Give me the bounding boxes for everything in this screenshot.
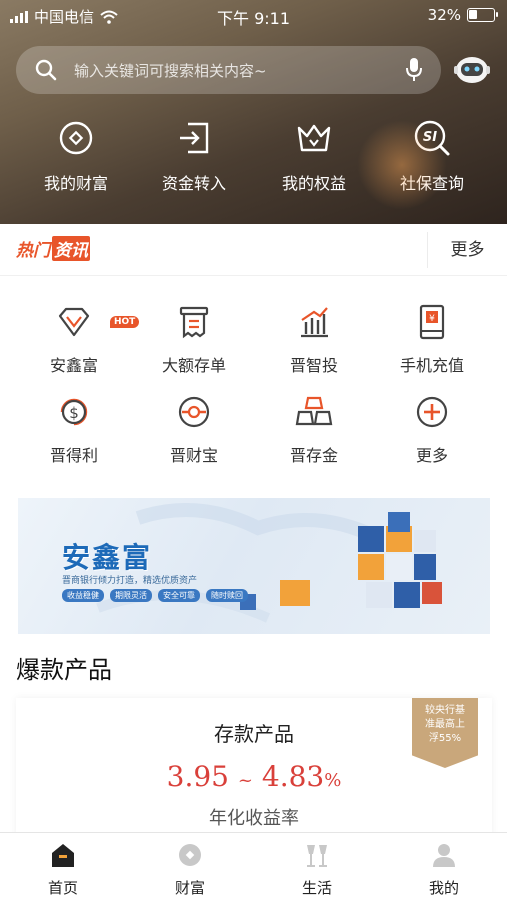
news-more-button[interactable]: 更多 — [427, 232, 507, 268]
battery-percent: 32% — [427, 6, 461, 24]
crown-icon — [297, 124, 331, 152]
rate-unit: % — [324, 770, 342, 791]
grid-item-anxinfu[interactable]: 安鑫富 HOT — [14, 302, 140, 376]
banner-subtitle: 晋商银行倾力打造，精选优质资产 — [62, 576, 198, 586]
grid-item-label: 手机充值 — [399, 356, 464, 375]
grid-item-jincaibao[interactable]: 晋财宝 — [134, 392, 254, 466]
feature-grid: 安鑫富 HOT 大额存单 晋智投 ¥ 手机充值 $ 晋得利 晋财宝 晋存金 更多 — [0, 290, 507, 480]
grid-item-jindeli[interactable]: $ 晋得利 — [14, 392, 134, 466]
svg-text:SI: SI — [423, 130, 437, 145]
promo-banner[interactable]: 安鑫富 晋商银行倾力打造，精选优质资产 收益稳健 期限灵活 安全可靠 随时赎回 — [18, 498, 490, 634]
gold-bars-icon — [295, 396, 333, 426]
phone-recharge-icon: ¥ — [419, 304, 445, 340]
tab-label: 首页 — [47, 879, 78, 897]
tab-life[interactable]: 生活 — [254, 841, 380, 898]
rate-high: 4.83 — [261, 760, 325, 793]
bar-chart-icon — [301, 307, 328, 338]
svg-text:$: $ — [69, 404, 79, 422]
grid-item-jinzhitou[interactable]: 晋智投 — [254, 302, 374, 376]
rate-low: 3.95 — [166, 760, 229, 793]
hot-news-strip[interactable]: 热门 资讯 更多 — [0, 224, 507, 276]
grid-item-large-deposit[interactable]: 大额存单 — [134, 302, 254, 376]
banner-tags: 收益稳健 期限灵活 安全可靠 随时赎回 — [62, 589, 248, 602]
wealth-tab-icon — [179, 844, 201, 866]
coin-icon — [178, 396, 210, 428]
grid-item-label: 大额存单 — [161, 356, 226, 375]
tab-wealth[interactable]: 财富 — [127, 841, 253, 898]
grid-item-label: 安鑫富 — [49, 356, 98, 375]
ribbon-line: 浮55% — [428, 733, 462, 744]
rate-label: 年化收益率 — [209, 808, 299, 829]
status-bar: 中国电信 下午 9:11 32% — [0, 0, 507, 30]
rate-ribbon: 较央行基 准最高上 浮55% — [412, 698, 478, 768]
grid-item-jincunjin[interactable]: 晋存金 — [254, 392, 374, 466]
assistant-robot-icon[interactable] — [452, 50, 492, 90]
grid-item-label: 晋存金 — [289, 446, 338, 465]
social-security-icon: SI — [414, 120, 450, 156]
quick-action-label: 资金转入 — [161, 174, 226, 193]
quick-actions: 我的财富 资金转入 我的权益 SI 社保查询 — [0, 118, 507, 208]
hot-news-logo-text: 热门 — [16, 241, 50, 261]
search-icon — [35, 59, 57, 81]
section-title: 爆款产品 — [16, 656, 112, 684]
product-card[interactable]: 存款产品 3.95 ~ 4.83% 年化收益率 较央行基 准最高上 浮55% — [16, 698, 492, 838]
header: 中国电信 下午 9:11 32% 输入关键词可搜索相关内容~ 我的财富 资金转入… — [0, 0, 507, 224]
life-icon — [307, 845, 327, 867]
tab-profile[interactable]: 我的 — [381, 841, 507, 898]
grid-item-more[interactable]: 更多 — [372, 392, 492, 466]
more-icon — [416, 396, 448, 428]
grid-item-label: 晋得利 — [49, 446, 98, 465]
grid-item-label: 更多 — [415, 446, 448, 465]
banner-tag: 收益稳健 — [62, 589, 104, 602]
hot-news-logo-box: 资讯 — [52, 236, 90, 261]
tab-label: 生活 — [301, 879, 332, 897]
wealth-icon — [59, 121, 93, 155]
quick-action-label: 我的权益 — [281, 174, 346, 193]
battery-icon — [467, 8, 498, 22]
quick-action-my-wealth[interactable]: 我的财富 — [16, 118, 136, 194]
microphone-icon[interactable] — [405, 57, 423, 83]
search-input[interactable]: 输入关键词可搜索相关内容~ — [74, 60, 267, 81]
grid-item-label: 晋财宝 — [169, 446, 218, 465]
banner-tag: 期限灵活 — [110, 589, 152, 602]
product-rate: 3.95 ~ 4.83% — [16, 760, 492, 793]
tab-home[interactable]: 首页 — [0, 841, 126, 898]
svg-text:¥: ¥ — [429, 314, 435, 324]
search-bar[interactable]: 输入关键词可搜索相关内容~ — [16, 46, 441, 94]
ribbon-line: 较央行基 — [425, 705, 465, 716]
bottom-tab-bar: 首页 财富 生活 我的 — [0, 832, 507, 900]
dollar-icon: $ — [60, 398, 88, 426]
quick-action-transfer-in[interactable]: 资金转入 — [134, 118, 254, 194]
tab-label: 财富 — [174, 879, 205, 897]
quick-action-label: 我的财富 — [43, 174, 108, 193]
ribbon-line: 准最高上 — [425, 719, 465, 730]
grid-item-phone-recharge[interactable]: ¥ 手机充值 — [372, 302, 492, 376]
quick-action-social-security[interactable]: SI 社保查询 — [372, 118, 492, 194]
banner-tag: 随时赎回 — [206, 589, 248, 602]
transfer-in-icon — [180, 122, 209, 154]
rate-separator: ~ — [237, 770, 253, 791]
banner-tag: 安全可靠 — [158, 589, 200, 602]
hot-news-logo: 热门 资讯 — [16, 236, 90, 261]
diamond-icon — [58, 307, 90, 337]
profile-icon — [433, 844, 455, 867]
quick-action-label: 社保查询 — [399, 174, 464, 193]
banner-title: 安鑫富 — [62, 541, 153, 574]
home-icon — [52, 844, 74, 867]
quick-action-my-rights[interactable]: 我的权益 — [254, 118, 374, 194]
tab-label: 我的 — [428, 879, 459, 897]
grid-item-label: 晋智投 — [289, 356, 338, 375]
receipt-icon — [179, 306, 209, 339]
